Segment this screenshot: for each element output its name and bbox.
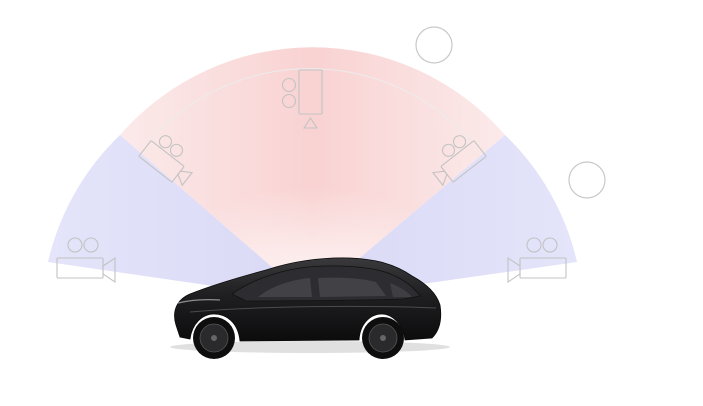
- coverage-diagram-svg: [48, 26, 606, 359]
- sensor-coverage-illustration: [0, 0, 703, 406]
- sensor-circle-icon-right: [568, 161, 606, 199]
- sensor-circle-icon-top: [415, 26, 453, 64]
